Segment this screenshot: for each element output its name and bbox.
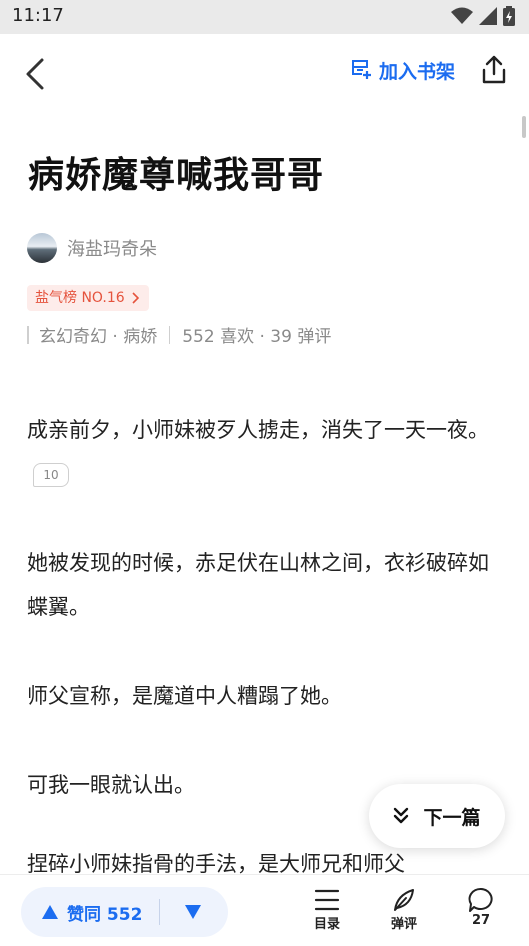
comment-bubble-icon	[468, 887, 493, 912]
book-meta: 玄幻奇幻 · 病娇 552 喜欢 · 39 弹评	[27, 322, 331, 347]
danmaku-comment-button[interactable]: 弹评	[381, 887, 427, 932]
comments-button[interactable]: 27	[458, 887, 504, 928]
paragraph-text: 成亲前夕，小师妹被歹人掳走，消失了一天一夜。	[27, 418, 489, 442]
paragraph-comment-badge[interactable]: 10	[33, 463, 69, 487]
status-time: 11:17	[12, 5, 64, 26]
paragraph[interactable]: 成亲前夕，小师妹被歹人掳走，消失了一天一夜。 10	[27, 408, 497, 496]
author-row[interactable]: 海盐玛奇朵	[27, 233, 157, 263]
back-arrow-icon	[26, 58, 44, 90]
bookshelf-add-icon	[351, 60, 371, 79]
book-title: 病娇魔尊喊我哥哥	[28, 155, 325, 196]
wifi-icon	[451, 7, 473, 24]
status-icons	[451, 6, 515, 26]
downvote-button[interactable]	[160, 904, 226, 920]
author-name[interactable]: 海盐玛奇朵	[67, 235, 157, 261]
rank-badge-label: 盐气榜 NO.16	[35, 290, 125, 306]
comment-count: 27	[471, 913, 491, 928]
next-article-label: 下一篇	[423, 806, 481, 829]
toc-button[interactable]: 目录	[304, 887, 350, 932]
next-article-button[interactable]: 下一篇	[369, 784, 505, 848]
triangle-up-icon	[42, 905, 58, 919]
battery-icon	[503, 6, 515, 26]
paragraph-text: 可我一眼就认出。	[27, 773, 195, 797]
chevron-right-icon	[132, 292, 139, 304]
bottom-toolbar: 赞同 552 目录 弹评 27	[0, 874, 529, 946]
paragraph[interactable]: 她被发现的时候，赤足伏在山林之间，衣衫破碎如蝶翼。	[27, 541, 497, 629]
back-button[interactable]	[22, 56, 54, 92]
paragraph-text: 她被发现的时候，赤足伏在山林之间，衣衫破碎如蝶翼。	[27, 551, 489, 619]
share-icon	[482, 55, 506, 84]
feather-pen-icon	[394, 889, 414, 911]
book-tags: 玄幻奇幻 · 病娇	[39, 327, 158, 347]
share-button[interactable]	[479, 54, 509, 86]
author-avatar[interactable]	[27, 233, 57, 263]
add-to-shelf-label: 加入书架	[378, 60, 455, 83]
paragraph[interactable]: 师父宣称，是魔道中人糟蹋了她。	[27, 674, 497, 718]
rank-badge[interactable]: 盐气榜 NO.16	[27, 285, 149, 311]
status-bar: 11:17	[0, 0, 529, 34]
danmaku-label: 弹评	[390, 917, 417, 932]
scrollbar-thumb[interactable]	[522, 116, 526, 138]
book-stats: 552 喜欢 · 39 弹评	[182, 327, 332, 347]
vote-pill: 赞同 552	[21, 887, 228, 937]
top-nav-bar: 加入书架	[0, 34, 529, 114]
toc-label: 目录	[313, 917, 340, 932]
meta-separator	[169, 325, 171, 344]
double-chevron-down-icon	[394, 807, 409, 824]
add-to-shelf-button[interactable]: 加入书架	[349, 56, 455, 84]
menu-lines-icon	[314, 889, 340, 911]
meta-bar	[27, 325, 29, 344]
triangle-down-icon	[185, 905, 201, 919]
upvote-button[interactable]: 赞同 552	[21, 900, 159, 925]
upvote-label: 赞同 552	[67, 904, 143, 925]
signal-icon	[479, 7, 497, 25]
paragraph-text: 师父宣称，是魔道中人糟蹋了她。	[27, 684, 342, 708]
